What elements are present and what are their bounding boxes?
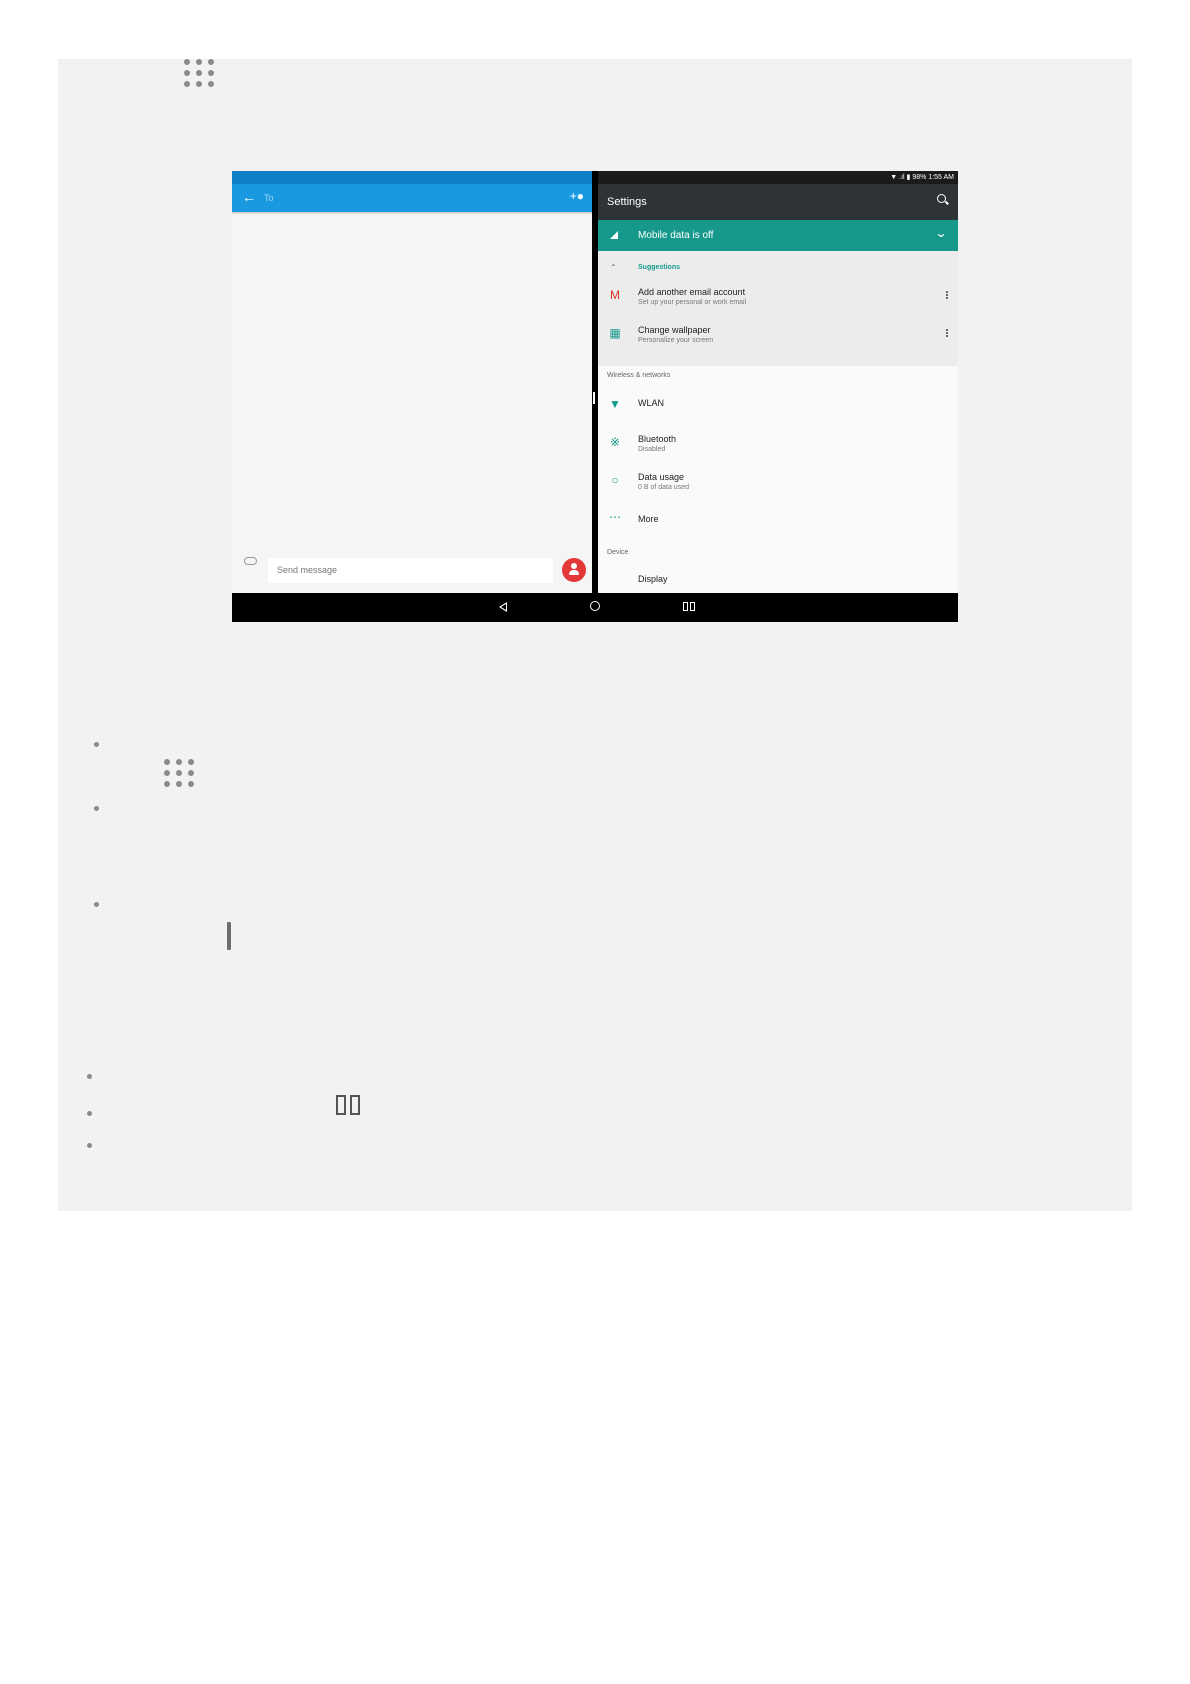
settings-item-display[interactable]: Display bbox=[638, 574, 668, 584]
contact-fab-button[interactable] bbox=[562, 558, 586, 582]
suggestion-subtitle: Set up your personal or work email bbox=[638, 299, 747, 306]
left-status-bar bbox=[232, 171, 592, 184]
back-arrow-icon[interactable]: ← bbox=[242, 189, 256, 205]
item-subtitle: Disabled bbox=[638, 446, 666, 453]
item-title: Bluetooth bbox=[638, 434, 677, 444]
apps-grid-icon bbox=[184, 59, 214, 87]
attach-icon[interactable] bbox=[244, 557, 257, 565]
split-screen-screenshot: ← To +● Send message ▼ .ıl ▮ 98% 1:55 AM… bbox=[232, 171, 958, 622]
nav-home-icon[interactable] bbox=[590, 601, 600, 611]
settings-item-more[interactable]: ⋯ More bbox=[598, 506, 958, 542]
settings-list: Wireless & networks ▼ WLAN ※ Bluetooth D… bbox=[598, 366, 958, 593]
navigation-bar bbox=[232, 593, 958, 622]
bullet bbox=[94, 742, 99, 747]
add-person-icon[interactable]: +● bbox=[570, 189, 584, 203]
to-field[interactable]: To bbox=[264, 193, 274, 203]
message-placeholder: Send message bbox=[277, 565, 338, 575]
suggestion-title: Change wallpaper bbox=[638, 325, 711, 335]
message-input[interactable]: Send message bbox=[268, 558, 553, 583]
section-wireless: Wireless & networks bbox=[607, 372, 671, 379]
settings-title: Settings bbox=[607, 196, 647, 208]
bluetooth-icon: ※ bbox=[609, 435, 621, 449]
suggestion-email[interactable]: M Add another email account Set up your … bbox=[598, 283, 958, 319]
settings-app-pane: ▼ .ıl ▮ 98% 1:55 AM Settings Mobile data… bbox=[598, 171, 958, 593]
item-title: Data usage bbox=[638, 472, 685, 482]
nav-split-screen-icon[interactable] bbox=[683, 602, 695, 611]
more-horiz-icon: ⋯ bbox=[609, 510, 621, 524]
bullet bbox=[94, 902, 99, 907]
bullet bbox=[87, 1074, 92, 1079]
divider-bar-icon bbox=[227, 922, 231, 950]
data-usage-icon: ○ bbox=[611, 473, 619, 487]
chevron-up-icon[interactable]: ⌃ bbox=[610, 263, 617, 272]
content-panel: ← To +● Send message ▼ .ıl ▮ 98% 1:55 AM… bbox=[58, 59, 1132, 1211]
suggestion-title: Add another email account bbox=[638, 287, 746, 297]
item-title: WLAN bbox=[638, 398, 665, 408]
item-subtitle: 0 B of data used bbox=[638, 484, 689, 491]
nav-back-icon[interactable] bbox=[499, 602, 507, 612]
wallpaper-icon: ▦ bbox=[609, 326, 621, 340]
messaging-toolbar: ← To +● bbox=[232, 184, 592, 212]
settings-item-data-usage[interactable]: ○ Data usage 0 B of data used bbox=[598, 468, 958, 504]
banner-text: Mobile data is off bbox=[638, 230, 714, 241]
chevron-down-icon[interactable]: ⌄ bbox=[934, 226, 947, 240]
settings-item-bluetooth[interactable]: ※ Bluetooth Disabled bbox=[598, 430, 958, 466]
section-device: Device bbox=[607, 549, 629, 556]
apps-grid-icon bbox=[164, 759, 194, 787]
bullet bbox=[87, 1143, 92, 1148]
bullet bbox=[87, 1111, 92, 1116]
more-vert-icon[interactable] bbox=[946, 329, 948, 331]
wifi-icon: ▼ bbox=[609, 397, 621, 411]
suggestions-section: ⌃ Suggestions M Add another email accoun… bbox=[598, 251, 958, 366]
split-screen-icon bbox=[336, 1095, 360, 1115]
suggestion-subtitle: Personalize your screen bbox=[638, 337, 714, 344]
settings-item-wlan[interactable]: ▼ WLAN bbox=[598, 392, 958, 428]
messaging-app-pane: ← To +● Send message bbox=[232, 171, 592, 593]
settings-toolbar: Settings bbox=[598, 184, 958, 220]
bullet bbox=[94, 806, 99, 811]
gmail-icon: M bbox=[610, 288, 620, 302]
split-divider-handle[interactable] bbox=[593, 392, 595, 404]
more-vert-icon[interactable] bbox=[946, 291, 948, 293]
mobile-data-banner[interactable]: Mobile data is off ⌄ bbox=[598, 220, 958, 251]
signal-off-icon bbox=[610, 231, 618, 239]
search-icon[interactable] bbox=[937, 194, 946, 203]
suggestion-wallpaper[interactable]: ▦ Change wallpaper Personalize your scre… bbox=[598, 321, 958, 357]
item-title: More bbox=[638, 514, 659, 524]
suggestions-header: Suggestions bbox=[638, 264, 681, 271]
status-bar: ▼ .ıl ▮ 98% 1:55 AM bbox=[598, 171, 958, 184]
